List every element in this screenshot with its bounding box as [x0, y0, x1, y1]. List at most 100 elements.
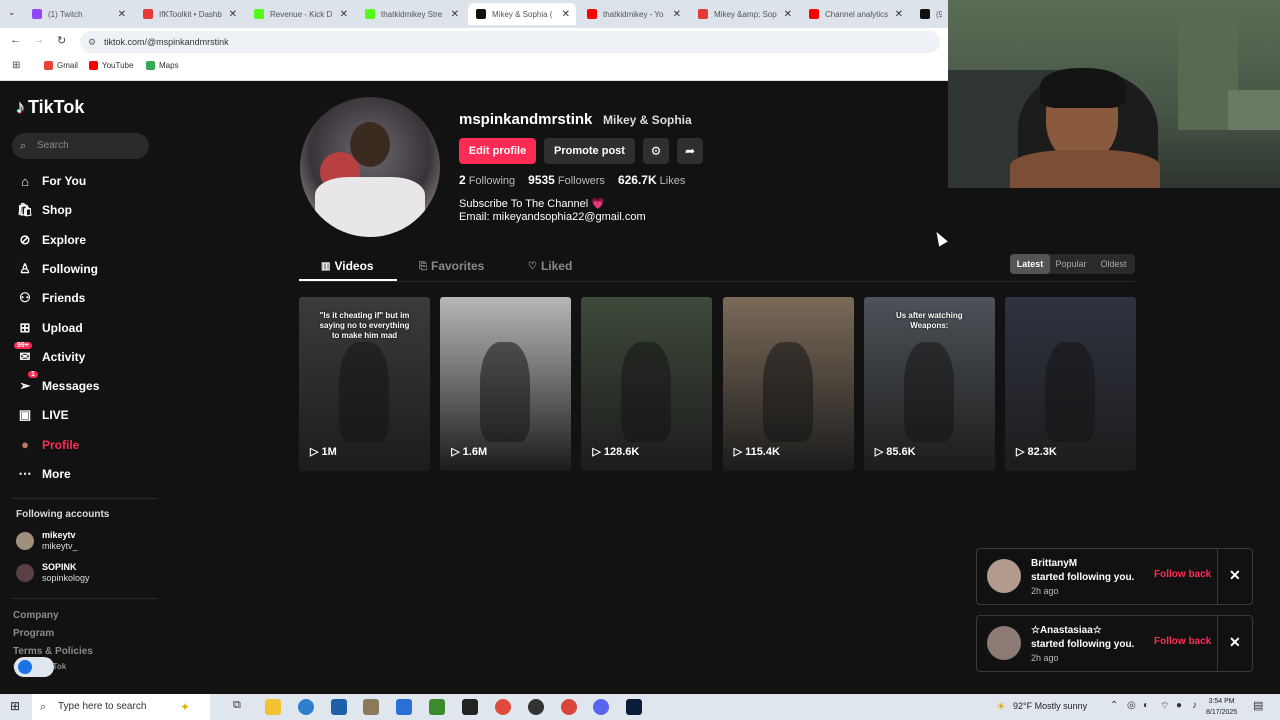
tab-videos[interactable]: ▥ Videos: [321, 259, 374, 273]
follow-back-button[interactable]: Follow back: [1154, 636, 1211, 647]
sidebar-item-shop[interactable]: 🛍 Shop: [16, 199, 72, 221]
photoshop-icon[interactable]: [626, 699, 642, 715]
windows-start-icon[interactable]: ⊞: [10, 699, 20, 713]
sort-oldest-button[interactable]: Oldest: [1092, 254, 1135, 274]
tray-app-icon[interactable]: ◐: [1143, 700, 1149, 711]
back-icon[interactable]: ←: [10, 34, 21, 46]
address-bar[interactable]: ⚙ tiktok.com/@mspinkandmrstink: [80, 31, 940, 53]
footer-program-link[interactable]: Program: [13, 628, 54, 639]
sidebar-item-profile[interactable]: ● Profile: [16, 434, 79, 456]
browser-tab[interactable]: IfKToolkit • Dashb ✕: [135, 3, 243, 25]
sidebar-item-friends[interactable]: ⚇ Friends: [16, 287, 85, 309]
extension-toggle[interactable]: [14, 657, 54, 677]
bookmark-gmail[interactable]: Gmail: [44, 61, 78, 70]
sidebar-divider: [12, 598, 158, 599]
browser-tab[interactable]: (1) Twitch ✕: [24, 3, 132, 25]
bookmark-youtube[interactable]: YouTube: [89, 61, 133, 70]
taskbar-search-input[interactable]: ⌕ Type here to search ✦: [32, 694, 210, 720]
sidebar-item-following[interactable]: ♙ Following: [16, 258, 98, 280]
weather-icon: ☀: [996, 701, 1006, 713]
pdf-icon[interactable]: [462, 699, 478, 715]
sort-toggle: Latest Popular Oldest: [1010, 254, 1135, 274]
file-explorer-icon[interactable]: [265, 699, 281, 715]
browser-tab[interactable]: Mikey &amp; Sop ✕: [690, 3, 798, 25]
close-tab-icon[interactable]: ✕: [229, 9, 237, 20]
sidebar-item-upload[interactable]: ⊞ Upload: [16, 317, 83, 339]
volume-icon[interactable]: ♪: [1192, 700, 1197, 711]
copilot-icon[interactable]: [298, 699, 314, 715]
discord-icon[interactable]: [593, 699, 609, 715]
sidebar-search-input[interactable]: ⌕ Search: [12, 133, 149, 159]
minecraft-icon[interactable]: [429, 699, 445, 715]
sidebar-item-activity[interactable]: ✉ Activity 99+: [14, 341, 85, 368]
sidebar-item-more[interactable]: ⋯ More: [16, 463, 71, 485]
following-account-mikeytv[interactable]: mikeytv mikeytv_: [16, 530, 78, 552]
weather-text[interactable]: 92°F Mostly sunny: [1013, 701, 1087, 711]
wifi-icon[interactable]: ⌔: [1160, 700, 1169, 713]
video-thumbnail[interactable]: ▷ 1.6M: [440, 297, 572, 471]
chrome-icon[interactable]: [495, 699, 511, 715]
tray-chevron-icon[interactable]: ⌃: [1110, 700, 1118, 711]
app-icon[interactable]: [363, 699, 379, 715]
friends-icon: ⚇: [19, 290, 31, 306]
close-icon[interactable]: ✕: [1229, 567, 1241, 584]
tab-favorites[interactable]: ⎘ Favorites: [419, 259, 484, 273]
tab-search-icon[interactable]: ⌄: [8, 7, 16, 18]
followers-stat[interactable]: 9535 Followers: [528, 173, 605, 187]
browser-tab[interactable]: thatkidmikey Stre ✕: [357, 3, 465, 25]
notification-center-icon[interactable]: ▤: [1253, 699, 1263, 712]
browser-tab[interactable]: Channel analytics ✕: [801, 3, 909, 25]
sidebar-item-live[interactable]: ▣ LIVE: [16, 404, 69, 426]
store-icon[interactable]: [396, 699, 412, 715]
task-view-icon[interactable]: ⧉: [233, 699, 241, 712]
share-button[interactable]: ➦: [677, 138, 703, 164]
reload-icon[interactable]: ↻: [57, 34, 66, 47]
apps-grid-icon[interactable]: ⊞: [12, 60, 20, 71]
tiktok-logo[interactable]: ♪ TikTok: [16, 97, 84, 118]
sidebar-item-for-you[interactable]: ⌂ For You: [16, 170, 86, 192]
mic-icon[interactable]: ●: [1176, 700, 1182, 711]
close-tab-icon[interactable]: ✕: [562, 9, 570, 20]
tray-app-icon[interactable]: ◎: [1127, 700, 1136, 711]
video-views: ▷ 85.6K: [875, 445, 916, 459]
browser-tab[interactable]: Revenue - Kick D ✕: [246, 3, 354, 25]
chrome-active-icon[interactable]: [561, 699, 577, 715]
bookmark-maps[interactable]: Maps: [146, 61, 179, 70]
close-tab-icon[interactable]: ✕: [340, 9, 348, 20]
sidebar-item-messages[interactable]: ➢ Messages 1: [16, 371, 99, 397]
close-tab-icon[interactable]: ✕: [784, 9, 792, 20]
browser-tab[interactable]: Mikey & Sophia (✕: [468, 3, 576, 25]
video-person-shape: [762, 342, 813, 442]
close-icon[interactable]: ✕: [1229, 634, 1241, 651]
forward-icon[interactable]: →: [33, 34, 44, 46]
video-thumbnail[interactable]: Us after watching Weapons: ▷ 85.6K: [863, 297, 995, 471]
taskbar-clock[interactable]: 3:54 PM 8/17/2025: [1206, 696, 1237, 718]
close-tab-icon[interactable]: ✕: [118, 9, 126, 20]
following-stat[interactable]: 2 Following: [459, 173, 515, 187]
sort-latest-button[interactable]: Latest: [1010, 254, 1050, 274]
video-thumbnail[interactable]: ▷ 115.4K: [722, 297, 854, 471]
footer-company-link[interactable]: Company: [13, 610, 59, 621]
profile-avatar[interactable]: [300, 97, 440, 237]
video-thumbnail[interactable]: "Is it cheating if" but im saying no to …: [299, 297, 430, 471]
video-thumbnail[interactable]: ▷ 128.6K: [581, 297, 713, 471]
browser-tab[interactable]: (99+: [912, 3, 942, 25]
video-thumbnail[interactable]: ▷ 82.3K: [1005, 297, 1136, 471]
close-tab-icon[interactable]: ✕: [673, 9, 681, 20]
sidebar-item-explore[interactable]: ⊘ Explore: [16, 229, 86, 251]
promote-post-button[interactable]: Promote post: [544, 138, 635, 164]
app-icon[interactable]: [331, 699, 347, 715]
close-tab-icon[interactable]: ✕: [895, 9, 903, 20]
close-tab-icon[interactable]: ✕: [451, 9, 459, 20]
site-info-icon[interactable]: ⚙: [88, 31, 96, 53]
footer-terms-link[interactable]: Terms & Policies: [13, 646, 93, 657]
obs-icon[interactable]: [528, 699, 544, 715]
browser-tab[interactable]: thatkidmikey - Yo ✕: [579, 3, 687, 25]
settings-button[interactable]: ⚙: [643, 138, 669, 164]
tab-liked[interactable]: ♡ Liked: [528, 259, 572, 273]
likes-stat: 626.7K Likes: [618, 173, 685, 187]
sort-popular-button[interactable]: Popular: [1050, 254, 1092, 274]
edit-profile-button[interactable]: Edit profile: [459, 138, 536, 164]
following-account-sopink[interactable]: SOPINK sopinkology: [16, 562, 90, 584]
follow-back-button[interactable]: Follow back: [1154, 569, 1211, 580]
